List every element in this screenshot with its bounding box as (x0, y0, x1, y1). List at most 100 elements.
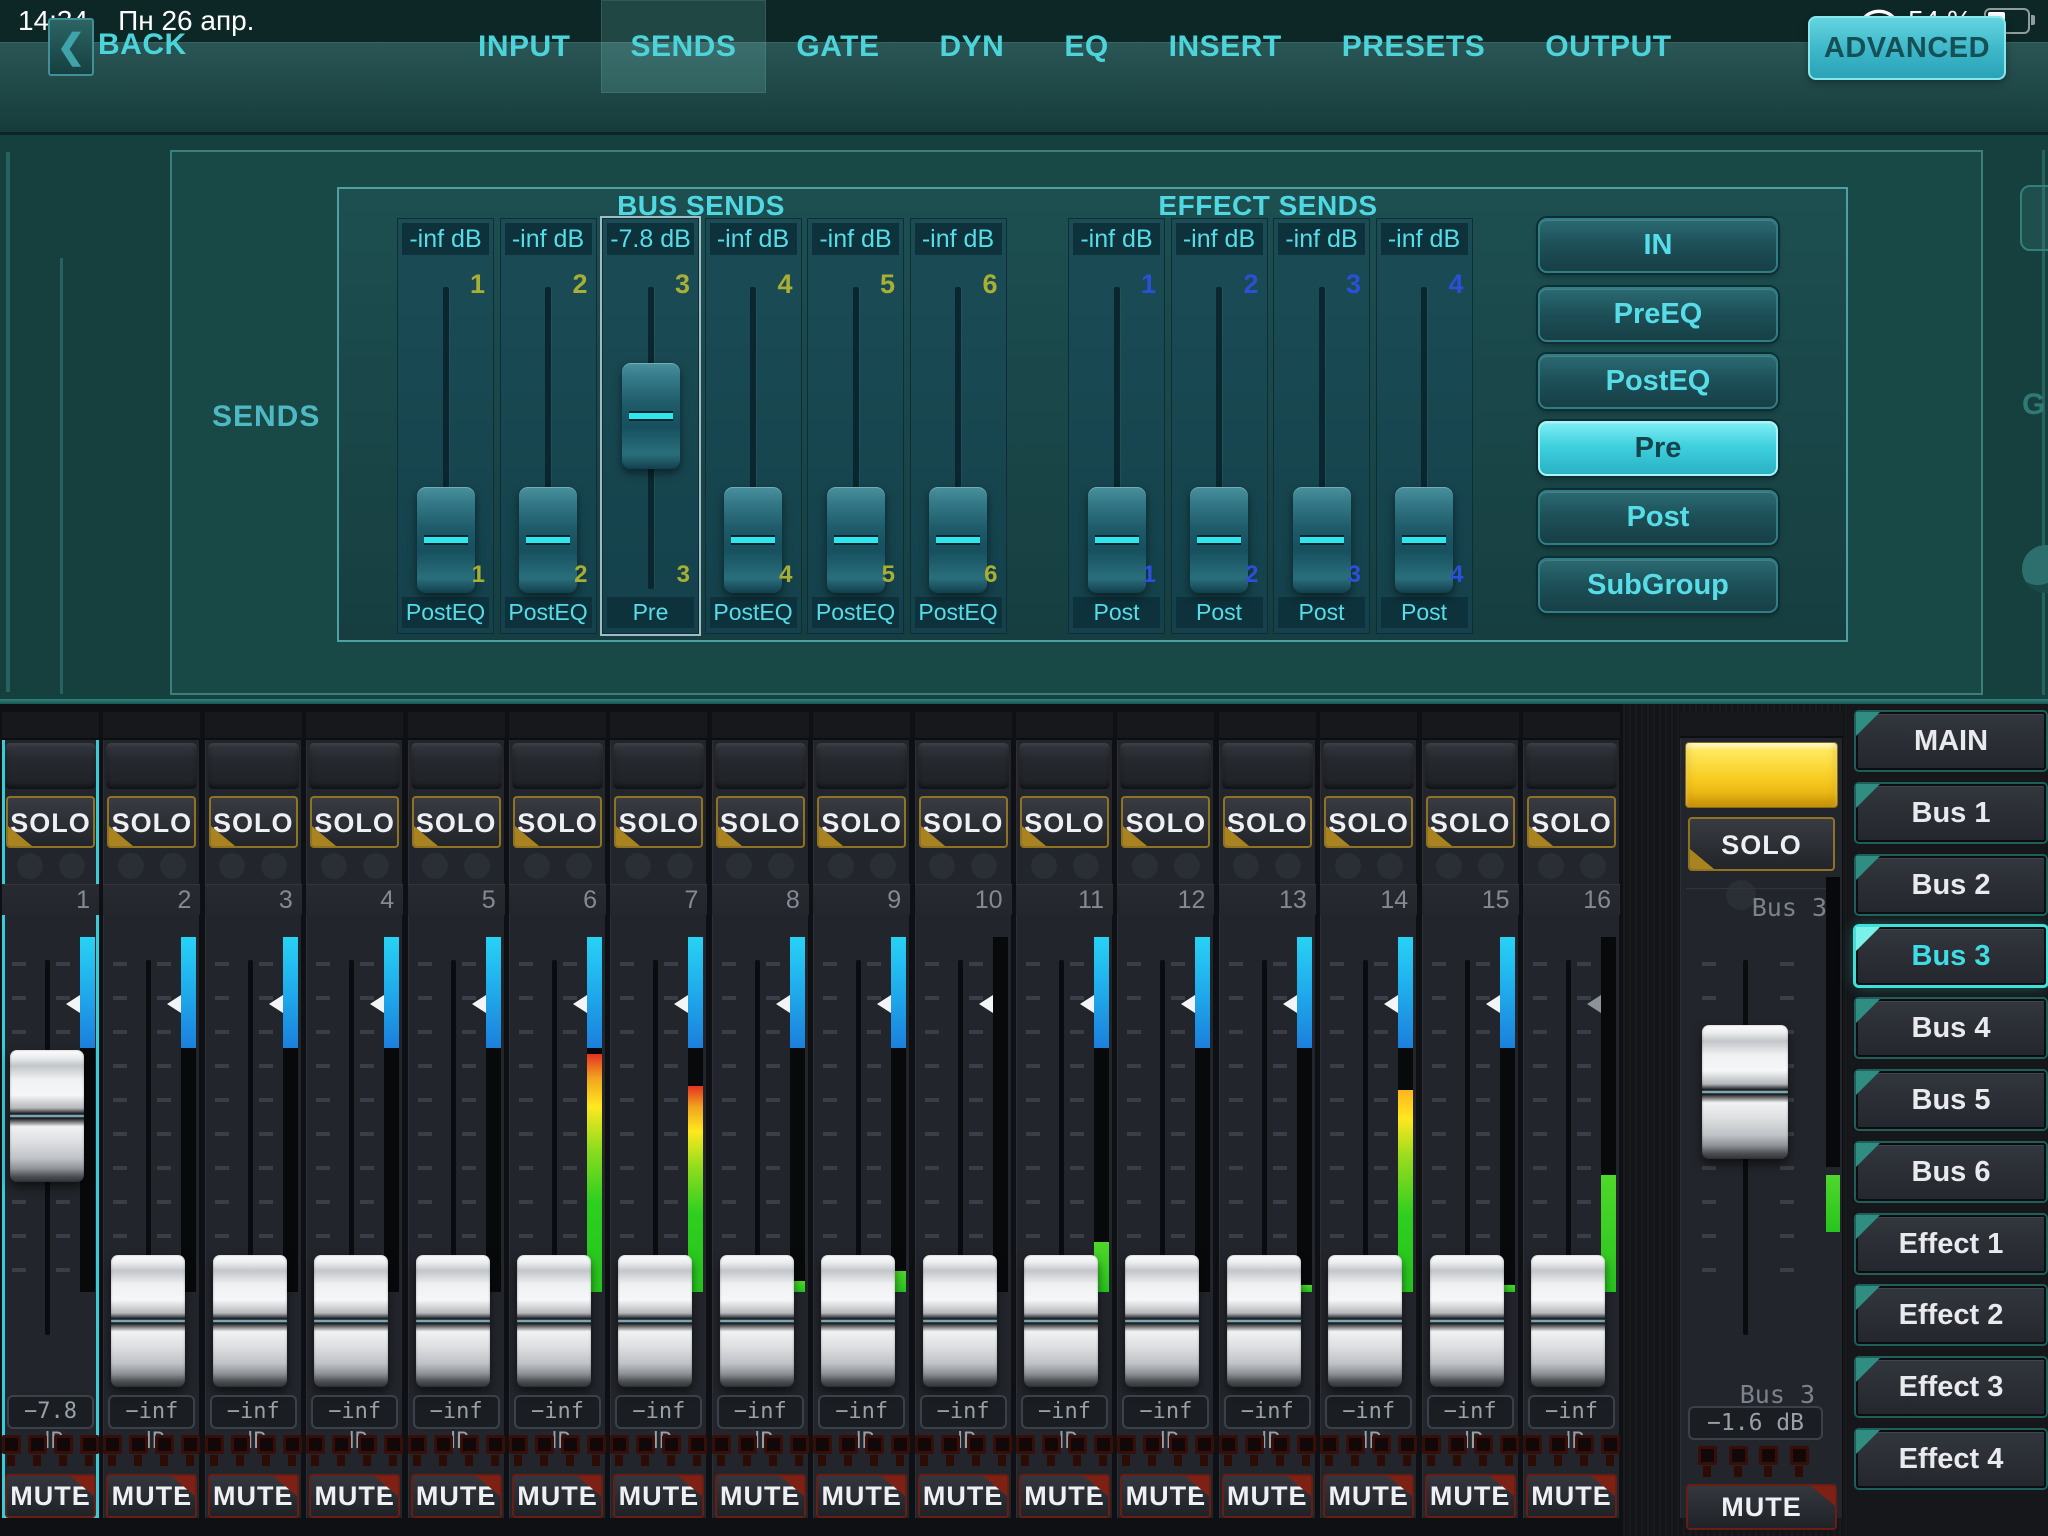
channel-strip[interactable]: SOLO6−inf dBMUTE (509, 712, 606, 1518)
mute-button[interactable]: MUTE (918, 1474, 1009, 1518)
advanced-button[interactable]: ADVANCED (1808, 16, 2006, 80)
mute-button[interactable]: MUTE (1425, 1474, 1516, 1518)
fader-handle[interactable] (213, 1255, 287, 1387)
mute-button[interactable]: MUTE (1526, 1474, 1617, 1518)
tab-dyn[interactable]: DYN (909, 0, 1034, 93)
scribble-strip[interactable] (1323, 743, 1414, 789)
send-fader-handle[interactable] (417, 487, 475, 593)
channel-strip[interactable]: SOLO9−inf dBMUTE (813, 712, 910, 1518)
bus-send-strip[interactable]: -inf dB55PostEQ (807, 218, 904, 634)
bus-send-strip[interactable]: -7.8 dB33Pre (602, 218, 699, 634)
send-fader-handle[interactable] (827, 487, 885, 593)
mute-button[interactable]: MUTE (309, 1474, 400, 1518)
channel-strip[interactable]: SOLO8−inf dBMUTE (712, 712, 809, 1518)
mute-button[interactable]: MUTE (816, 1474, 907, 1518)
bus-send-strip[interactable]: -inf dB44PostEQ (705, 218, 802, 634)
master-solo-button[interactable]: SOLO (1688, 817, 1835, 871)
mute-button[interactable]: MUTE (5, 1474, 96, 1518)
scribble-strip[interactable] (715, 743, 806, 789)
back-label[interactable]: BACK (98, 18, 187, 72)
mute-button[interactable]: MUTE (1222, 1474, 1313, 1518)
scribble-strip[interactable] (1526, 743, 1617, 789)
solo-button[interactable]: SOLO (310, 796, 399, 848)
rail-bus-1-button[interactable]: Bus 1 (1856, 784, 2046, 842)
send-fader-handle[interactable] (1395, 487, 1453, 593)
master-strip[interactable]: SOLO Bus 3 Bus 3 −1.6 dB MUTE (1680, 712, 1843, 1518)
solo-button[interactable]: SOLO (209, 796, 298, 848)
solo-button[interactable]: SOLO (412, 796, 501, 848)
solo-button[interactable]: SOLO (1223, 796, 1312, 848)
routing-subgroup-button[interactable]: SubGroup (1538, 558, 1778, 613)
effect-send-strip[interactable]: -inf dB11Post (1068, 218, 1165, 634)
tab-gate[interactable]: GATE (766, 0, 909, 93)
fader-handle[interactable] (923, 1255, 997, 1387)
send-fader-handle[interactable] (1088, 487, 1146, 593)
fader-handle[interactable] (618, 1255, 692, 1387)
bus-send-strip[interactable]: -inf dB11PostEQ (397, 218, 494, 634)
solo-button[interactable]: SOLO (1527, 796, 1616, 848)
fader-handle[interactable] (416, 1255, 490, 1387)
mute-button[interactable]: MUTE (715, 1474, 806, 1518)
send-fader-handle[interactable] (929, 487, 987, 593)
effect-send-strip[interactable]: -inf dB33Post (1273, 218, 1370, 634)
rail-main-button[interactable]: MAIN (1856, 712, 2046, 770)
fader-handle[interactable] (1125, 1255, 1199, 1387)
effect-send-strip[interactable]: -inf dB22Post (1171, 218, 1268, 634)
mute-button[interactable]: MUTE (208, 1474, 299, 1518)
solo-button[interactable]: SOLO (614, 796, 703, 848)
channel-strip[interactable]: SOLO15−inf dBMUTE (1422, 712, 1519, 1518)
fader-handle[interactable] (1227, 1255, 1301, 1387)
scribble-strip[interactable] (5, 743, 96, 789)
scribble-strip[interactable] (1019, 743, 1110, 789)
rail-bus-6-button[interactable]: Bus 6 (1856, 1143, 2046, 1201)
master-scribble-strip[interactable] (1685, 742, 1838, 808)
fader-handle[interactable] (314, 1255, 388, 1387)
master-mute-button[interactable]: MUTE (1686, 1484, 1837, 1530)
solo-button[interactable]: SOLO (817, 796, 906, 848)
routing-post-button[interactable]: Post (1538, 490, 1778, 545)
scribble-strip[interactable] (512, 743, 603, 789)
rail-effect-4-button[interactable]: Effect 4 (1856, 1430, 2046, 1488)
channel-strip[interactable]: SOLO3−inf dBMUTE (205, 712, 302, 1518)
bus-send-strip[interactable]: -inf dB66PostEQ (910, 218, 1007, 634)
channel-strip[interactable]: SOLO16−inf dBMUTE (1523, 712, 1620, 1518)
mute-button[interactable]: MUTE (1323, 1474, 1414, 1518)
solo-button[interactable]: SOLO (107, 796, 196, 848)
fader-handle[interactable] (720, 1255, 794, 1387)
solo-button[interactable]: SOLO (513, 796, 602, 848)
send-fader-handle[interactable] (1293, 487, 1351, 593)
send-fader-handle[interactable] (724, 487, 782, 593)
channel-strip[interactable]: SOLO5−inf dBMUTE (408, 712, 505, 1518)
routing-preeq-button[interactable]: PreEQ (1538, 287, 1778, 342)
tab-sends[interactable]: SENDS (601, 0, 767, 93)
channel-strip[interactable]: SOLO13−inf dBMUTE (1219, 712, 1316, 1518)
rail-bus-2-button[interactable]: Bus 2 (1856, 856, 2046, 914)
bus-send-strip[interactable]: -inf dB22PostEQ (500, 218, 597, 634)
solo-button[interactable]: SOLO (1324, 796, 1413, 848)
rail-bus-5-button[interactable]: Bus 5 (1856, 1071, 2046, 1129)
mute-button[interactable]: MUTE (613, 1474, 704, 1518)
mute-button[interactable]: MUTE (1019, 1474, 1110, 1518)
scribble-strip[interactable] (1222, 743, 1313, 789)
effect-send-strip[interactable]: -inf dB44Post (1376, 218, 1473, 634)
solo-button[interactable]: SOLO (919, 796, 1008, 848)
fader-handle[interactable] (1024, 1255, 1098, 1387)
send-fader-handle[interactable] (622, 363, 680, 469)
rail-bus-3-button[interactable]: Bus 3 (1856, 927, 2046, 985)
scribble-strip[interactable] (411, 743, 502, 789)
channel-strip[interactable]: SOLO14−inf dBMUTE (1320, 712, 1417, 1518)
routing-posteq-button[interactable]: PostEQ (1538, 354, 1778, 409)
solo-button[interactable]: SOLO (1020, 796, 1109, 848)
channel-strip[interactable]: SOLO2−inf dBMUTE (103, 712, 200, 1518)
scribble-strip[interactable] (816, 743, 907, 789)
back-button[interactable]: ❮ (48, 18, 94, 76)
send-fader-handle[interactable] (519, 487, 577, 593)
tab-eq[interactable]: EQ (1034, 0, 1138, 93)
mute-button[interactable]: MUTE (411, 1474, 502, 1518)
scribble-strip[interactable] (208, 743, 299, 789)
solo-button[interactable]: SOLO (6, 796, 95, 848)
channel-strip[interactable]: SOLO1−7.8 dBMUTE (2, 712, 99, 1518)
channel-strip[interactable]: SOLO7−inf dBMUTE (610, 712, 707, 1518)
channel-strip[interactable]: SOLO4−inf dBMUTE (306, 712, 403, 1518)
scribble-strip[interactable] (1120, 743, 1211, 789)
